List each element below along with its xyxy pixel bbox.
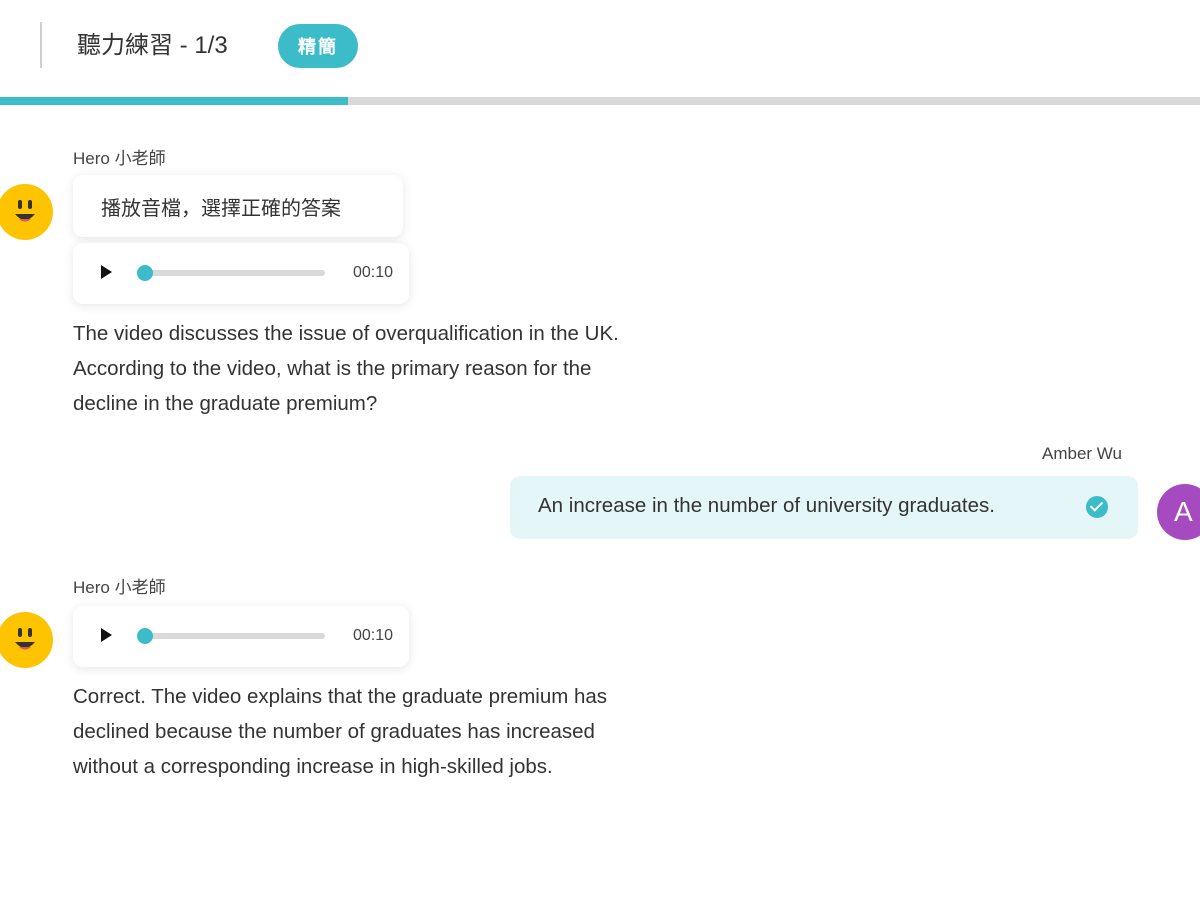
check-circle-icon	[1086, 496, 1108, 518]
progress-fill	[0, 97, 348, 105]
play-icon[interactable]	[101, 265, 112, 279]
play-icon[interactable]	[101, 628, 112, 642]
smiley-face-icon	[0, 184, 53, 240]
answer-text: An increase in the number of university …	[538, 494, 995, 517]
seek-bar[interactable]	[137, 628, 325, 644]
feedback-text: Correct. The video explains that the gra…	[73, 685, 608, 778]
audio-player: 00:10	[73, 606, 409, 667]
question-text: The video discusses the issue of overqua…	[73, 322, 619, 415]
page-title: 聽力練習 - 1/3	[77, 32, 228, 59]
sender-name: Hero 小老師	[73, 149, 166, 168]
progress-bar	[0, 97, 1200, 105]
chat-page: 聽力練習 - 1/3 精簡 Hero 小老師 播放音檔，選擇正確的答案 00:1…	[0, 0, 1200, 900]
answer-bubble: An increase in the number of university …	[510, 476, 1138, 539]
header-divider	[40, 22, 42, 68]
mode-badge[interactable]: 精簡	[278, 24, 358, 68]
user-avatar: A	[1157, 484, 1200, 540]
user-name: Amber Wu	[1042, 444, 1122, 463]
seek-knob[interactable]	[137, 628, 153, 644]
smiley-face-icon	[0, 612, 53, 668]
audio-player: 00:10	[73, 243, 409, 304]
instruction-bubble: 播放音檔，選擇正確的答案	[73, 175, 403, 237]
instruction-text: 播放音檔，選擇正確的答案	[101, 198, 341, 220]
seek-knob[interactable]	[137, 265, 153, 281]
audio-time: 00:10	[352, 627, 393, 644]
sender-name: Hero 小老師	[73, 578, 166, 597]
audio-time: 00:10	[352, 264, 393, 281]
seek-bar[interactable]	[137, 265, 325, 281]
